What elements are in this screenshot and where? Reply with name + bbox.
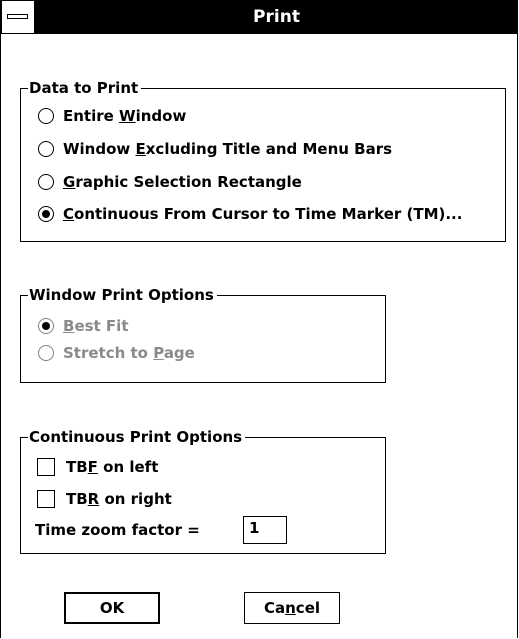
- window-print-options-label: Window Print Options: [28, 285, 217, 305]
- radio-indicator[interactable]: [38, 318, 54, 334]
- radio-indicator[interactable]: [38, 108, 54, 124]
- time-zoom-factor-label: Time zoom factor =: [35, 521, 200, 539]
- checkbox-tbr-on-right[interactable]: TBR on right: [37, 487, 172, 511]
- continuous-print-options-group: Continuous Print Options TBF on left TBR…: [20, 427, 386, 554]
- radio-indicator[interactable]: [38, 141, 54, 157]
- window-print-options-group: Window Print Options Best Fit Stretch to…: [20, 285, 386, 383]
- system-menu-button[interactable]: [2, 1, 34, 33]
- cancel-button[interactable]: Cancel: [244, 592, 340, 624]
- print-dialog: Print Data to Print Entire Window Window…: [0, 0, 518, 638]
- radio-indicator[interactable]: [38, 174, 54, 190]
- continuous-print-options-label: Continuous Print Options: [28, 427, 246, 447]
- checkbox-indicator[interactable]: [37, 458, 55, 476]
- checkbox-indicator[interactable]: [37, 490, 55, 508]
- radio-indicator[interactable]: [38, 206, 54, 222]
- ok-button[interactable]: OK: [64, 592, 160, 624]
- radio-indicator[interactable]: [38, 345, 54, 361]
- data-to-print-label: Data to Print: [28, 78, 142, 98]
- title-bar: Print: [1, 0, 518, 34]
- radio-window-excluding-title[interactable]: Window Excluding Title and Menu Bars: [38, 137, 392, 161]
- radio-stretch-to-page[interactable]: Stretch to Page: [38, 341, 195, 365]
- radio-graphic-selection[interactable]: Graphic Selection Rectangle: [38, 170, 302, 194]
- radio-continuous-from-cursor[interactable]: Continuous From Cursor to Time Marker (T…: [38, 202, 462, 226]
- checkbox-tbf-on-left[interactable]: TBF on left: [37, 455, 158, 479]
- system-menu-icon: [7, 14, 28, 19]
- radio-best-fit[interactable]: Best Fit: [38, 314, 129, 338]
- time-zoom-factor-input[interactable]: 1: [243, 516, 287, 544]
- data-to-print-group: Data to Print Entire Window Window Exclu…: [20, 78, 506, 242]
- window-title: Print: [253, 7, 300, 27]
- radio-entire-window[interactable]: Entire Window: [38, 104, 186, 128]
